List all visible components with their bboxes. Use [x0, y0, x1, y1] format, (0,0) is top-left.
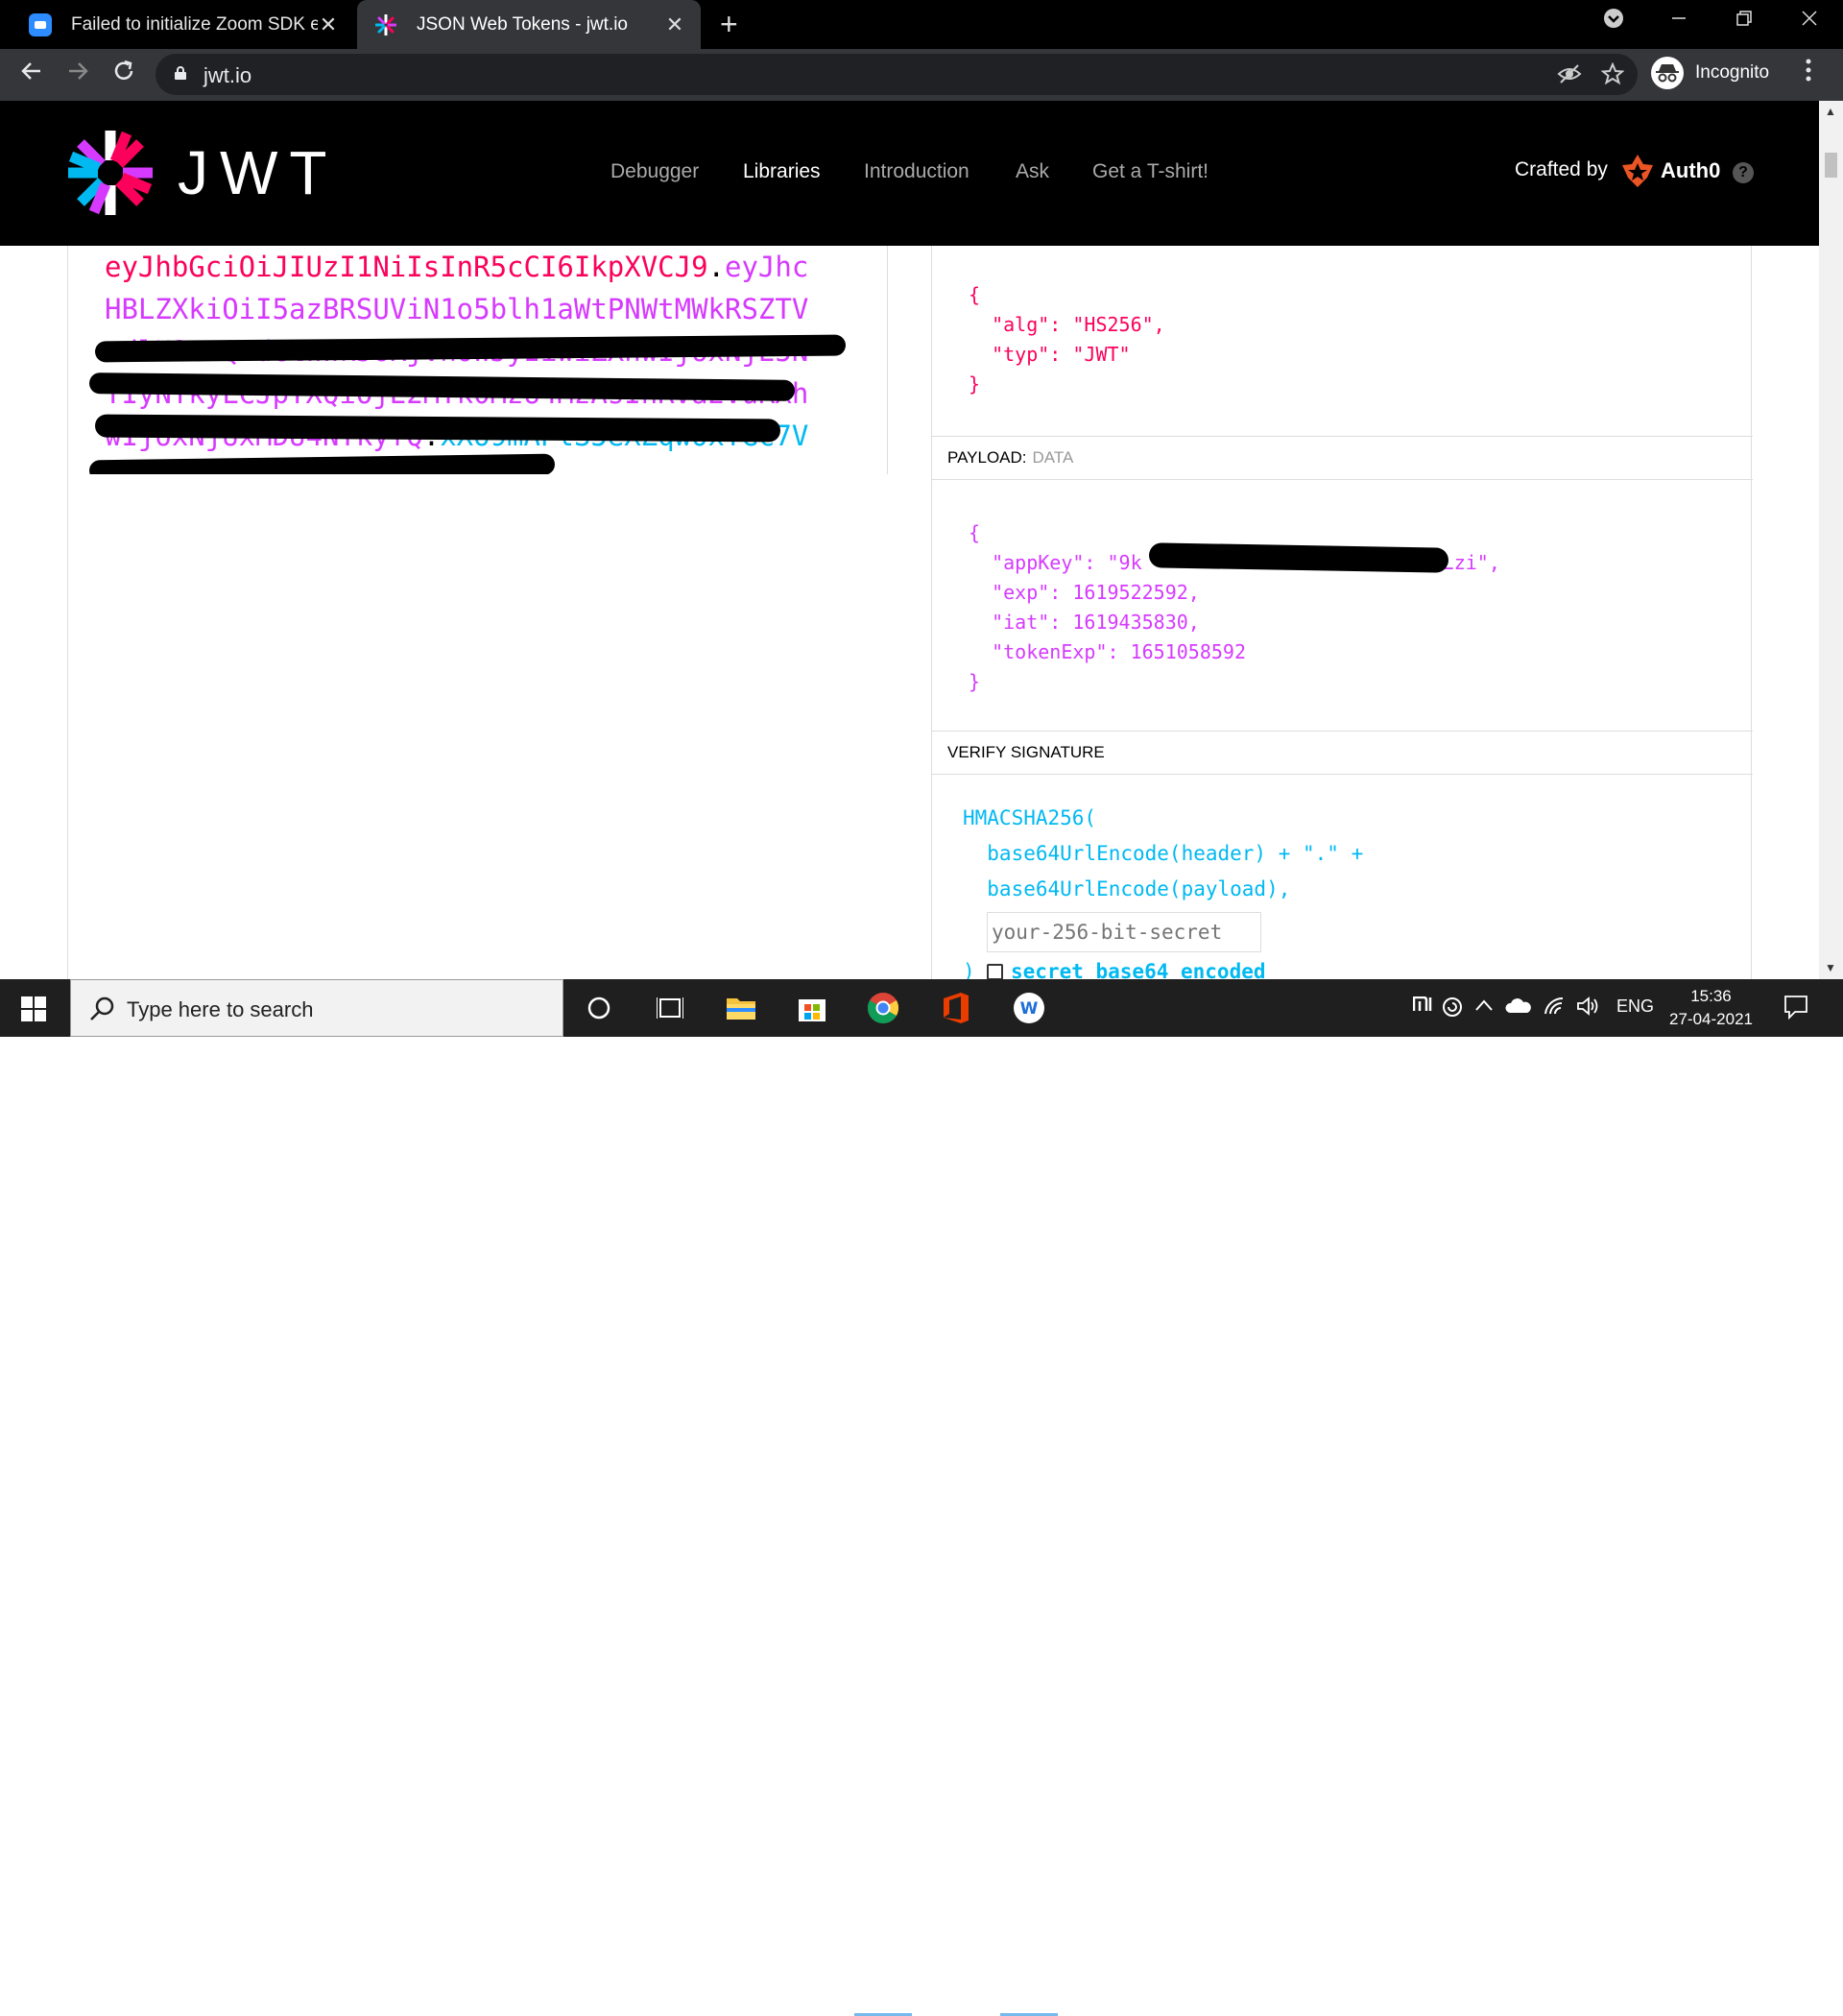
taskbar-search-box[interactable]: Type here to search [70, 979, 563, 1037]
verify-title: VERIFY SIGNATURE [947, 743, 1105, 761]
task-view-icon[interactable] [651, 989, 689, 1027]
auth0-label: Auth0 [1661, 158, 1721, 182]
payload-title: PAYLOAD: [947, 448, 1027, 467]
nav-libraries[interactable]: Libraries [743, 160, 821, 183]
chrome-icon[interactable] [864, 989, 902, 1027]
browser-tab-strip: Failed to initialize Zoom SDK erro ✕ JSO… [0, 0, 1843, 49]
nav-debugger[interactable]: Debugger [610, 160, 699, 183]
chevron-up-icon[interactable] [1474, 996, 1494, 1017]
lock-icon [175, 66, 186, 80]
url-text: jwt.io [203, 63, 252, 87]
close-tab-icon[interactable]: ✕ [318, 12, 339, 37]
windows-taskbar: Type here to search W ENG 15:36 27-04-20… [0, 979, 1843, 2016]
search-placeholder: Type here to search [127, 997, 314, 1021]
tab-jwt-io[interactable]: JSON Web Tokens - jwt.io ✕ [357, 0, 701, 49]
volume-icon[interactable] [1576, 996, 1599, 1020]
action-center-icon[interactable] [1783, 995, 1808, 1024]
redaction-mark [1148, 542, 1449, 573]
tab-search-icon[interactable] [1603, 8, 1624, 35]
jwt-logo-text: JWT [178, 138, 339, 207]
close-window-icon[interactable] [1801, 8, 1818, 33]
restore-icon[interactable] [1735, 8, 1753, 33]
nav-get-tshirt[interactable]: Get a T-shirt! [1092, 160, 1209, 183]
svg-text:W: W [1020, 999, 1039, 1019]
reload-icon[interactable] [111, 59, 136, 90]
clock-date: 27-04-2021 [1669, 1010, 1753, 1028]
scroll-up-icon[interactable]: ▲ [1825, 105, 1836, 118]
new-tab-icon[interactable]: + [720, 7, 738, 42]
browser-toolbar: jwt.io Incognito [0, 49, 1843, 101]
page-scrollbar[interactable]: ▲ ▼ [1819, 101, 1843, 979]
search-icon [90, 996, 114, 1020]
onedrive-cloud-icon[interactable] [1505, 996, 1532, 1019]
secret-input[interactable] [987, 912, 1261, 952]
payload-section-header: PAYLOAD: DATA [932, 436, 1753, 480]
auth0-logo-icon [1622, 155, 1653, 187]
forward-icon[interactable] [65, 59, 90, 90]
bookmark-star-icon[interactable] [1600, 61, 1625, 92]
redaction-mark [94, 414, 781, 443]
sig-line-3: base64UrlEncode(payload), [963, 877, 1291, 900]
decoded-panel: { "alg": "HS256", "typ": "JWT" } PAYLOAD… [931, 246, 1753, 983]
microsoft-store-icon[interactable] [793, 989, 831, 1027]
incognito-profile[interactable]: Incognito [1651, 57, 1769, 89]
sig-line-2: base64UrlEncode(header) + "." + [963, 842, 1364, 865]
nav-introduction[interactable]: Introduction [864, 160, 969, 183]
mi-icon[interactable] [1412, 996, 1434, 1017]
tracking-eye-off-icon[interactable] [1557, 62, 1582, 92]
app-w-icon[interactable]: W [1010, 989, 1048, 1027]
clock-time: 15:36 [1690, 987, 1732, 1005]
tab-title: JSON Web Tokens - jwt.io [417, 13, 628, 35]
payload-subtitle: DATA [1032, 448, 1074, 467]
close-tab-icon[interactable]: ✕ [664, 12, 685, 37]
token-dot: . [707, 251, 726, 283]
back-icon[interactable] [19, 59, 44, 90]
incognito-label: Incognito [1695, 62, 1770, 83]
browser-menu-icon[interactable] [1805, 57, 1812, 90]
office-icon[interactable] [937, 989, 975, 1027]
base64-checkbox[interactable] [987, 963, 1003, 980]
scrollbar-thumb[interactable] [1825, 153, 1837, 178]
site-header: JWT Debugger Libraries Introduction Ask … [0, 101, 1819, 246]
verify-signature-header: VERIFY SIGNATURE [932, 731, 1753, 775]
encoded-token-panel[interactable]: eyJhbGciOiJIUzI1NiIsInR5cCI6IkpXVCJ9.eyJ… [67, 246, 889, 979]
address-bar[interactable]: jwt.io [156, 54, 1638, 95]
help-icon[interactable]: ? [1733, 162, 1754, 183]
crafted-by-label: Crafted by [1515, 158, 1608, 180]
sig-line-1: HMACSHA256( [963, 806, 1097, 829]
tab-title: Failed to initialize Zoom SDK erro [71, 13, 318, 35]
minimize-icon[interactable] [1670, 8, 1687, 33]
jwt-favicon [374, 13, 397, 36]
file-explorer-icon[interactable] [722, 989, 760, 1027]
jwt-logo-icon[interactable] [67, 130, 154, 221]
wifi-icon[interactable] [1544, 996, 1565, 1020]
tab-zoom-error[interactable]: Failed to initialize Zoom SDK erro ✕ [0, 0, 354, 49]
encoded-empty-area [68, 474, 889, 979]
header-json[interactable]: { "alg": "HS256", "typ": "JWT" } [969, 280, 1165, 399]
auth0-brand-link[interactable]: Auth0 [1622, 155, 1720, 187]
incognito-icon [1651, 57, 1684, 89]
scroll-down-icon[interactable]: ▼ [1825, 961, 1836, 974]
language-indicator[interactable]: ENG [1616, 996, 1654, 1017]
windows-start-icon[interactable] [21, 996, 46, 1026]
nav-ask[interactable]: Ask [1016, 160, 1049, 183]
cortana-icon[interactable] [580, 989, 618, 1027]
zoom-icon [29, 12, 52, 36]
system-clock[interactable]: 15:36 27-04-2021 [1661, 985, 1761, 1031]
token-header-part: eyJhbGciOiJIUzI1NiIsInR5cCI6IkpXVCJ9 [105, 251, 708, 283]
app-tray-icon[interactable] [1442, 996, 1463, 1022]
